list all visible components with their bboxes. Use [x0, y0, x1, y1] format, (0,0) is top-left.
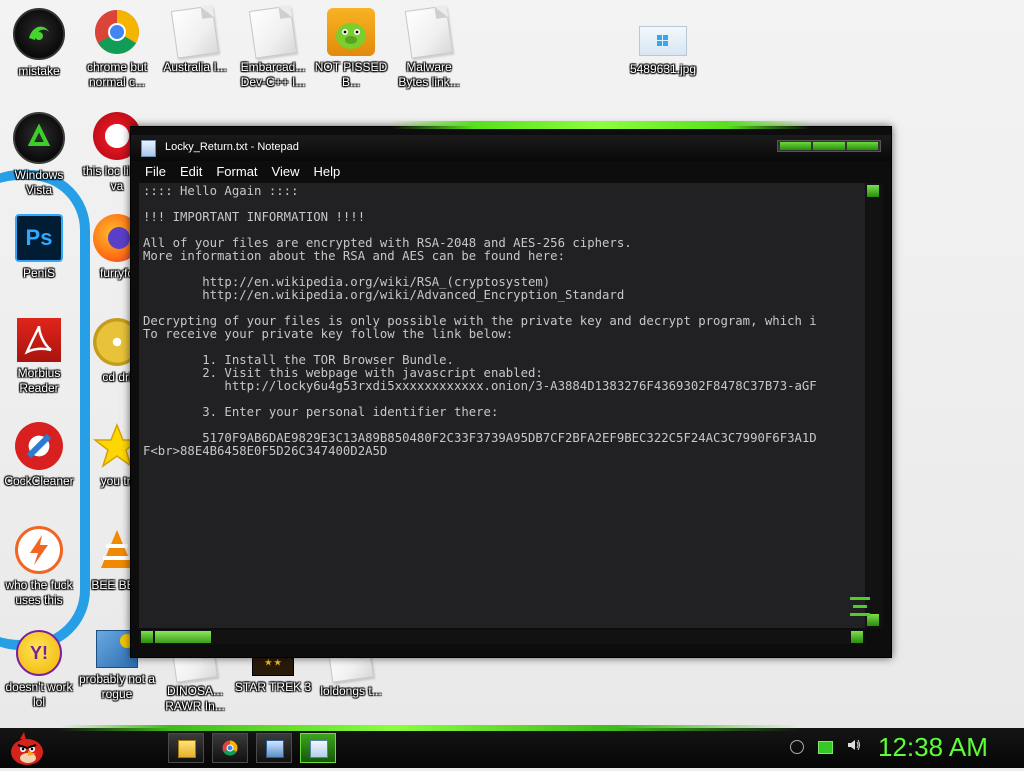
desktop-icon-jpg[interactable]: 5489631.jpg: [624, 20, 702, 77]
image-file-icon: [639, 26, 687, 56]
notepad-icon: [310, 740, 328, 758]
desktop-icon-photoshop[interactable]: Ps PeniS: [0, 214, 78, 281]
document-icon: [170, 5, 220, 59]
document-text[interactable]: :::: Hello Again :::: !!! IMPORTANT INFO…: [139, 183, 865, 460]
chrome-icon: [93, 8, 141, 56]
network-icon[interactable]: [790, 740, 804, 754]
volume-icon[interactable]: [847, 738, 861, 756]
maximize-button[interactable]: [813, 142, 845, 150]
taskbar-glow: [60, 725, 800, 731]
taskbar-notepad[interactable]: [300, 733, 336, 763]
windows-explorer-icon: [178, 740, 196, 758]
menu-bar: File Edit Format View Help: [137, 163, 346, 181]
desktop-icon-embarcadero[interactable]: Embarcad... Dev-C++ I...: [234, 5, 312, 90]
vertical-scrollbar[interactable]: [865, 183, 883, 628]
menu-view[interactable]: View: [264, 163, 306, 181]
ccleaner-icon: [15, 422, 63, 470]
desktop-icon-not-pissed[interactable]: NOT PISSED B...: [312, 8, 390, 90]
menu-help[interactable]: Help: [305, 163, 346, 181]
photoshop-icon: Ps: [15, 214, 63, 262]
desktop-icon-chrome[interactable]: chrome but normal c...: [78, 8, 156, 90]
recycle-bin-icon: [13, 112, 65, 164]
taskbar: 12:38 AM: [0, 725, 1024, 768]
desktop-icon-cockcleaner[interactable]: CockCleaner: [0, 422, 78, 489]
document-icon: [404, 5, 454, 59]
desktop-icon-australia[interactable]: Australia I...: [156, 5, 234, 75]
desktop-icon-mistake[interactable]: mistake: [0, 8, 78, 79]
desktop-icon-windows-vista[interactable]: Windows Vista: [0, 112, 78, 198]
resize-grip-icon[interactable]: [847, 593, 873, 627]
horizontal-scrollbar[interactable]: [139, 630, 865, 644]
start-button[interactable]: [6, 730, 48, 766]
text-editor[interactable]: :::: Hello Again :::: !!! IMPORTANT INFO…: [139, 183, 865, 628]
battery-icon[interactable]: [818, 740, 833, 754]
system-tray: [790, 738, 861, 756]
menu-edit[interactable]: Edit: [172, 163, 208, 181]
razer-icon: [13, 8, 65, 60]
notepad-window[interactable]: Locky_Return.txt - Notepad File Edit For…: [130, 121, 892, 658]
clock[interactable]: 12:38 AM: [878, 732, 988, 763]
yahoo-messenger-icon: Y!: [16, 630, 62, 676]
notepad-icon: [141, 140, 156, 157]
document-icon: [248, 5, 298, 59]
menu-file[interactable]: File: [137, 163, 172, 181]
chrome-icon: [222, 740, 238, 756]
desktop-icon-morbius-reader[interactable]: Morbius Reader: [0, 318, 78, 396]
menu-format[interactable]: Format: [208, 163, 263, 181]
caption-buttons: [777, 140, 881, 152]
taskbar-chrome[interactable]: [212, 733, 248, 763]
scroll-left-button[interactable]: [141, 631, 153, 643]
pdf-reader-icon: [17, 318, 61, 362]
angry-bird-icon: [11, 732, 43, 765]
scroll-right-button[interactable]: [851, 631, 863, 643]
close-button[interactable]: [846, 142, 878, 150]
window-title: Locky_Return.txt - Notepad: [165, 141, 299, 153]
minimize-button[interactable]: [780, 142, 812, 150]
desktop-icon-avast[interactable]: who the fuck uses this: [0, 526, 78, 608]
taskbar-media[interactable]: [256, 733, 292, 763]
avast-icon: [15, 526, 63, 574]
scroll-up-button[interactable]: [867, 185, 879, 197]
desktop-icon-malwarebytes[interactable]: Malware Bytes link...: [390, 5, 468, 90]
scroll-thumb[interactable]: [155, 631, 211, 643]
window-glow: [391, 121, 811, 129]
desktop-icon-yahoo[interactable]: Y! doesn't work lol: [0, 630, 78, 710]
media-center-icon: [266, 740, 284, 758]
pig-icon: [327, 8, 375, 56]
title-bar[interactable]: Locky_Return.txt - Notepad: [131, 135, 891, 161]
taskbar-explorer[interactable]: [168, 733, 204, 763]
